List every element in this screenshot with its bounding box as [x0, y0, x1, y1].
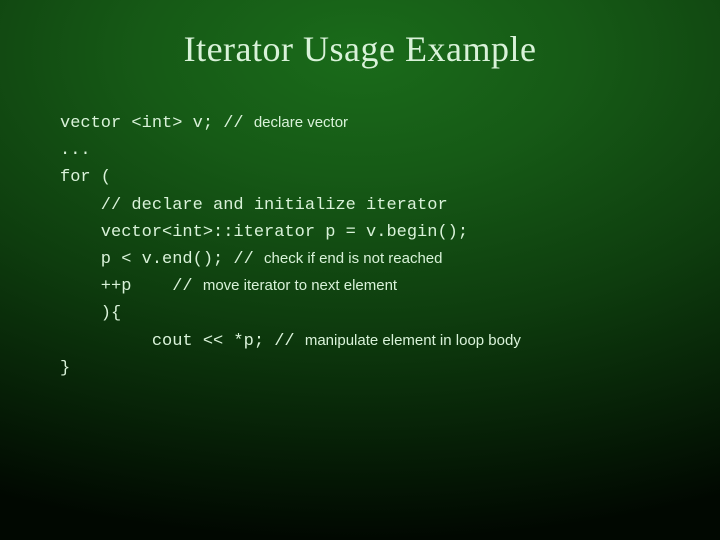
- code-line-3: for (: [60, 168, 111, 187]
- code-line-8: ){: [60, 304, 121, 323]
- slide-title: Iterator Usage Example: [60, 28, 660, 70]
- code-line-9: cout << *p; // manipulate element in loo…: [60, 332, 521, 351]
- code-block: vector <int> v; // declare vector ... fo…: [60, 110, 660, 382]
- code-line-7: ++p // move iterator to next element: [60, 277, 397, 296]
- code-line-5: vector<int>::iterator p = v.begin();: [60, 223, 468, 242]
- code-line-1: vector <int> v; // declare vector: [60, 114, 348, 133]
- code-line-2: ...: [60, 141, 91, 160]
- code-line-6: p < v.end(); // check if end is not reac…: [60, 250, 443, 269]
- code-line-4: // declare and initialize iterator: [60, 196, 448, 215]
- code-line-10: }: [60, 359, 70, 378]
- slide-container: Iterator Usage Example vector <int> v; /…: [0, 0, 720, 540]
